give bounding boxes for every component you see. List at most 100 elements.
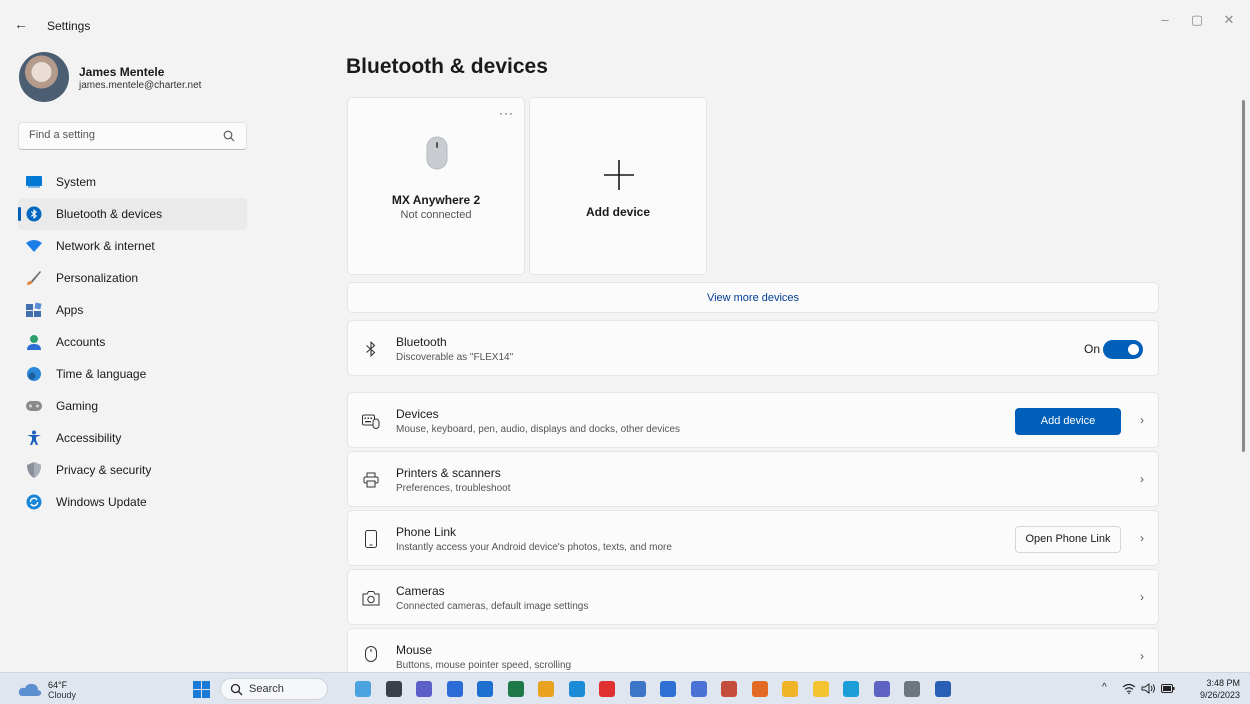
task-view-icon[interactable] — [385, 681, 402, 697]
weather-widget[interactable]: 64°F Cloudy — [18, 679, 78, 701]
snipping-tool-icon[interactable] — [690, 681, 707, 697]
devices-setting-row[interactable]: Devices Mouse, keyboard, pen, audio, dis… — [347, 392, 1159, 448]
sidebar-item-label: Apps — [56, 303, 84, 317]
row-title: Devices — [396, 407, 439, 421]
row-title: Cameras — [396, 584, 445, 598]
more-options-button[interactable]: ··· — [499, 106, 514, 120]
add-device-button[interactable]: Add device — [1015, 408, 1121, 435]
cloud-icon — [18, 683, 42, 696]
word-icon[interactable] — [934, 681, 951, 697]
settings-search[interactable] — [18, 122, 247, 150]
sidebar-item-network[interactable]: Network & internet — [18, 230, 247, 262]
battery-icon[interactable] — [1161, 684, 1175, 693]
bing-icon[interactable] — [843, 681, 859, 697]
row-subtitle: Buttons, mouse pointer speed, scrolling — [396, 660, 572, 671]
add-device-label: Add device — [585, 205, 651, 219]
sidebar-item-personalization[interactable]: Personalization — [18, 262, 247, 294]
system-clock[interactable]: 3:48 PM 9/26/2023 — [1200, 677, 1240, 701]
bluetooth-icon — [26, 206, 42, 222]
sidebar-item-bluetooth[interactable]: Bluetooth & devices — [18, 198, 247, 230]
update-icon — [26, 494, 42, 510]
device-card-mx-anywhere[interactable]: ··· MX Anywhere 2 Not connected — [347, 97, 525, 275]
notepad-icon[interactable] — [446, 681, 463, 697]
sidebar-item-system[interactable]: System — [18, 166, 247, 198]
phone-icon — [362, 530, 380, 548]
chrome-icon[interactable] — [538, 681, 554, 697]
user-profile[interactable]: James Mentele james.mentele@charter.net — [19, 52, 259, 108]
phone-link-setting-row[interactable]: Phone Link Instantly access your Android… — [347, 510, 1159, 566]
excel-icon[interactable] — [507, 681, 524, 697]
accessibility-icon — [26, 430, 42, 446]
device-status: Not connected — [400, 209, 472, 221]
row-title: Mouse — [396, 643, 433, 657]
view-more-devices-button[interactable]: View more devices — [347, 282, 1159, 313]
file-explorer-icon[interactable] — [812, 681, 829, 697]
sidebar-item-time-language[interactable]: Time & language — [18, 358, 247, 390]
edge-game-app-icon[interactable] — [355, 681, 371, 697]
chevron-right-icon[interactable]: › — [1140, 472, 1144, 486]
remote-desktop-icon[interactable] — [629, 681, 646, 697]
wifi-icon — [26, 238, 42, 254]
sidebar-item-accessibility[interactable]: Accessibility — [18, 422, 247, 454]
shield-icon — [26, 462, 42, 478]
sidebar-item-apps[interactable]: Apps — [18, 294, 247, 326]
app-title: Settings — [47, 19, 91, 33]
maximize-button[interactable]: ▢ — [1182, 12, 1212, 28]
chevron-right-icon[interactable]: › — [1140, 649, 1144, 663]
tray-overflow-chevron[interactable]: ^ — [1102, 682, 1107, 693]
teams-icon[interactable] — [873, 681, 890, 697]
bluetooth-toggle[interactable] — [1103, 340, 1143, 359]
sidebar-item-label: System — [56, 175, 97, 189]
row-title: Printers & scanners — [396, 466, 501, 480]
chevron-right-icon[interactable]: › — [1140, 531, 1144, 545]
sidebar-item-gaming[interactable]: Gaming — [18, 390, 247, 422]
row-subtitle: Mouse, keyboard, pen, audio, displays an… — [396, 424, 681, 435]
office-app-icon[interactable] — [721, 681, 737, 697]
row-subtitle: Preferences, troubleshoot — [396, 483, 511, 494]
youtube-icon[interactable] — [599, 681, 615, 697]
plus-icon — [604, 160, 634, 190]
row-subtitle: Connected cameras, default image setting… — [396, 601, 589, 612]
firefox-icon[interactable] — [751, 681, 768, 697]
person-icon — [26, 334, 42, 350]
sidebar-item-label: Windows Update — [56, 495, 147, 509]
row-title: Phone Link — [396, 525, 457, 539]
sidebar-item-privacy[interactable]: Privacy & security — [18, 454, 247, 486]
printers-setting-row[interactable]: Printers & scanners Preferences, trouble… — [347, 451, 1159, 507]
search-input[interactable] — [29, 129, 219, 141]
settings-app-icon[interactable] — [904, 681, 920, 697]
store-icon[interactable] — [660, 681, 676, 697]
chevron-right-icon[interactable]: › — [1140, 590, 1144, 604]
minimize-button[interactable]: – — [1150, 12, 1180, 27]
taskbar-search[interactable]: Search — [220, 678, 328, 700]
bluetooth-setting-row[interactable]: Bluetooth Discoverable as "FLEX14" On — [347, 320, 1159, 376]
chrome-alt-icon[interactable] — [782, 681, 798, 697]
scrollbar-thumb[interactable] — [1242, 100, 1245, 452]
page-title: Bluetooth & devices — [346, 55, 548, 78]
mouse-setting-row[interactable]: Mouse Buttons, mouse pointer speed, scro… — [347, 628, 1159, 672]
close-button[interactable]: ✕ — [1214, 12, 1244, 28]
open-phone-link-button[interactable]: Open Phone Link — [1015, 526, 1121, 553]
cameras-setting-row[interactable]: Cameras Connected cameras, default image… — [347, 569, 1159, 625]
sidebar-item-accounts[interactable]: Accounts — [18, 326, 247, 358]
keyboard-mouse-icon — [362, 412, 380, 430]
mail-app-icon[interactable] — [477, 681, 493, 697]
title-bar: ← Settings – ▢ ✕ — [0, 0, 1250, 48]
windows-start-icon[interactable] — [193, 681, 210, 698]
clock-date: 9/26/2023 — [1199, 690, 1240, 700]
row-title: Bluetooth — [396, 335, 447, 349]
search-icon[interactable] — [222, 129, 236, 143]
taskbar: 64°F Cloudy Search ^ 3:48 PM 9/26/2023 — [0, 672, 1250, 704]
edge-icon[interactable] — [568, 681, 585, 697]
back-button[interactable]: ← — [14, 16, 28, 32]
sidebar-item-windows-update[interactable]: Windows Update — [18, 486, 247, 518]
sidebar-item-label: Accounts — [56, 335, 106, 349]
volume-icon[interactable] — [1141, 683, 1157, 694]
add-device-card[interactable]: Add device — [529, 97, 707, 275]
chevron-right-icon[interactable]: › — [1140, 413, 1144, 427]
meet-app-icon[interactable] — [416, 681, 432, 697]
profile-email: james.mentele@charter.net — [79, 80, 202, 91]
view-more-devices-label: View more devices — [706, 292, 800, 304]
wifi-icon[interactable] — [1122, 683, 1136, 694]
search-icon — [230, 683, 243, 696]
